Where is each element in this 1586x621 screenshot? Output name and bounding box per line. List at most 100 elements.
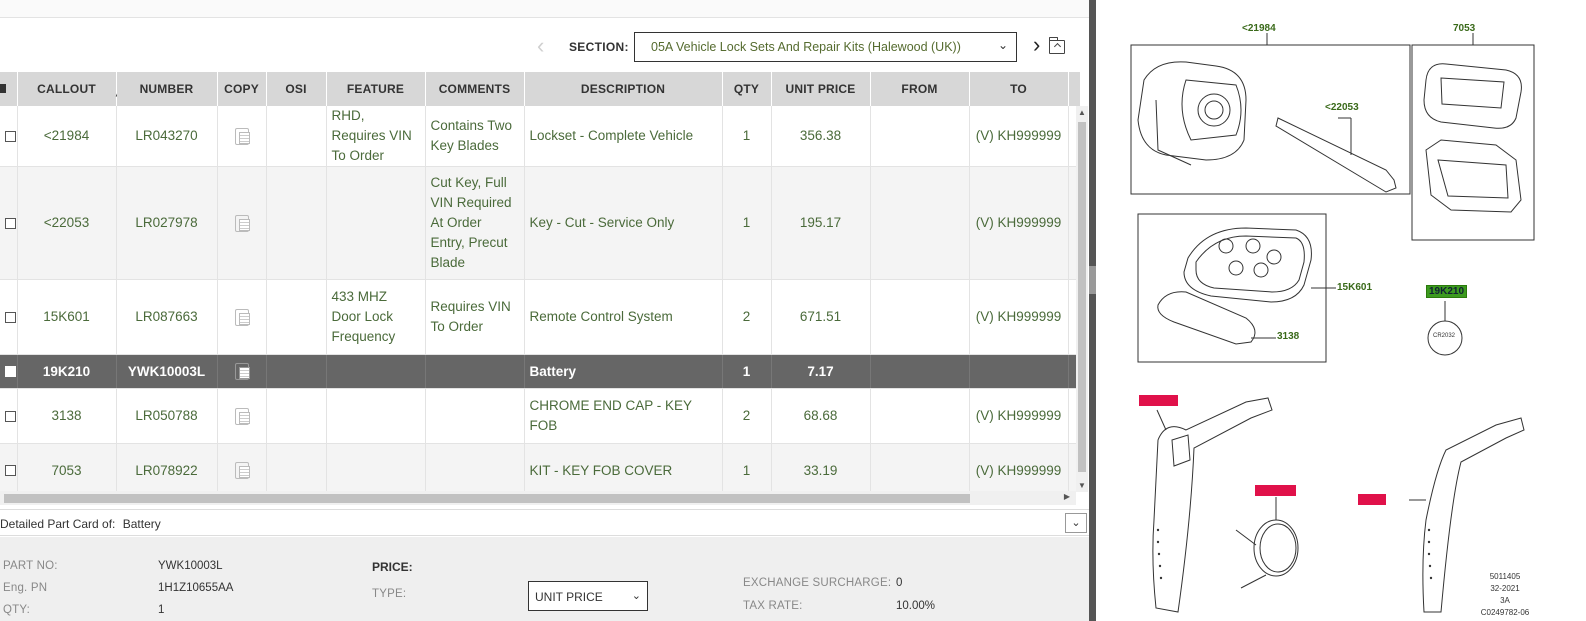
exchange-surcharge-value: 0 [896,577,903,589]
callout-3138[interactable]: 3138 [1277,331,1299,342]
header-copy[interactable]: COPY [217,72,267,106]
key-blade-drawing [1275,117,1397,193]
row-checkbox[interactable] [5,130,16,142]
table-row[interactable]: <22053 LR027978 Cut Key, Full VIN Requir… [0,166,1080,280]
cell-number: LR043270 [116,106,218,167]
qty-value: 1 [158,604,165,616]
cell-description: Lockset - Complete Vehicle [524,106,723,167]
eng-pn-label: Eng. PN [3,582,48,594]
copy-icon[interactable] [234,363,250,381]
cell-to: (V) KH999999 [969,388,1069,444]
cart-icon[interactable] [0,84,6,93]
section-select[interactable]: 05A Vehicle Lock Sets And Repair Kits (H… [634,32,1017,62]
cell-comments [425,443,525,492]
horizontal-scrollbar[interactable]: ▶ [0,491,1076,505]
vertical-scrollbar[interactable]: ▲ ▼ [1076,106,1088,492]
cable-drawing [1253,519,1299,577]
panel-splitter[interactable] [1089,0,1096,621]
header-feature[interactable]: FEATURE [326,72,426,106]
table-row[interactable]: 15K601 LR087663 433 MHZ Door Lock Freque… [0,279,1080,355]
chevron-down-icon: ⌄ [997,38,1008,52]
strap-drawing-left [1152,397,1273,613]
diagram-footer: 5011405 32-2021 3A C0249782-06 [1480,572,1530,617]
top-strip [0,0,1089,18]
lockset-box [1130,44,1411,195]
row-checkbox[interactable] [5,217,16,229]
section-selected-value: 05A Vehicle Lock Sets And Repair Kits (H… [651,40,961,54]
cell-osi [266,166,327,280]
cell-osi [266,443,327,492]
price-label: PRICE: [372,560,413,574]
header-description[interactable]: DESCRIPTION [524,72,723,106]
cell-description: Key - Cut - Service Only [524,166,723,280]
callout-red-1[interactable] [1139,395,1178,406]
cell-osi [266,279,327,355]
row-checkbox[interactable] [5,311,16,323]
cell-description: Battery [524,354,723,389]
header-number[interactable]: NUMBER [116,72,218,106]
scrollbar-thumb[interactable] [1078,122,1086,472]
row-checkbox[interactable] [5,465,16,477]
cell-osi [266,106,327,167]
type-label: TYPE: [372,588,407,600]
callout-19k210-highlighted[interactable]: 19K210 [1426,285,1468,298]
table-row[interactable]: <21984 LR043270 RHD, Requires VIN To Ord… [0,106,1080,167]
cell-feature [326,354,426,389]
header-comments[interactable]: COMMENTS [425,72,525,106]
copy-icon[interactable] [234,214,250,232]
splitter-grip[interactable] [1089,266,1096,294]
price-type-value: UNIT PRICE [535,590,603,604]
cell-callout: 19K210 [17,354,117,389]
header-osi[interactable]: OSI [266,72,327,106]
qty-label: QTY: [3,604,31,616]
callout-22053[interactable]: <22053 [1325,102,1359,113]
next-section-icon[interactable]: › [1033,34,1040,56]
scroll-up-icon[interactable]: ▲ [1078,108,1086,117]
cell-comments: Requires VIN To Order [425,279,525,355]
header-unit-price[interactable]: UNIT PRICE [771,72,871,106]
header-to[interactable]: TO [969,72,1069,106]
part-card-title-value: Battery [122,517,161,531]
header-select [0,72,18,106]
exploded-parts-diagram [1130,33,1535,613]
callout-7053[interactable]: 7053 [1453,23,1475,34]
cell-callout: 3138 [17,388,117,444]
cell-feature: 433 MHZ Door Lock Frequency [326,279,426,355]
cell-comments: Cut Key, Full VIN Required At Order Entr… [425,166,525,280]
cell-osi [266,354,327,389]
tax-rate-value: 10.00% [896,600,936,612]
cell-qty: 1 [722,443,772,492]
callout-red-3[interactable] [1358,494,1386,505]
prev-section-icon[interactable]: ‹ [537,35,544,57]
header-from[interactable]: FROM [870,72,970,106]
row-checkbox[interactable] [5,366,16,378]
copy-icon[interactable] [234,127,250,145]
parts-table: CALLOUT^ NUMBER COPY OSI FEATURE COMMENT… [0,72,1080,492]
scrollbar-thumb[interactable] [4,494,970,503]
price-type-select[interactable]: UNIT PRICE ⌄ [528,581,648,611]
cell-to: (V) KH999999 [969,443,1069,492]
cell-comments [425,354,525,389]
collapse-chevron-icon[interactable]: ⌄ [1065,513,1087,533]
table-row-selected[interactable]: 19K210 YWK10003L Battery 1 7.17 [0,354,1080,389]
header-callout[interactable]: CALLOUT^ [17,72,121,106]
folder-up-icon[interactable] [1048,37,1065,54]
cell-feature: RHD, Requires VIN To Order [326,106,426,167]
table-row[interactable]: 3138 LR050788 CHROME END CAP - KEY FOB 2… [0,388,1080,444]
callout-15k601[interactable]: 15K601 [1337,282,1372,293]
copy-icon[interactable] [234,308,250,326]
cell-from [870,354,970,389]
header-qty[interactable]: QTY [722,72,772,106]
copy-icon[interactable] [234,407,250,425]
row-checkbox[interactable] [5,410,16,422]
callout-21984[interactable]: <21984 [1242,23,1276,34]
parts-panel: ‹ SECTION: 05A Vehicle Lock Sets And Rep… [0,0,1089,621]
table-row[interactable]: 7053 LR078922 KIT - KEY FOB COVER 1 33.1… [0,443,1080,492]
scroll-right-icon[interactable]: ▶ [1064,492,1070,501]
scroll-down-icon[interactable]: ▼ [1078,481,1086,490]
cell-to: (V) KH999999 [969,166,1069,280]
callout-red-2[interactable] [1255,485,1296,496]
cell-callout: 7053 [17,443,117,492]
copy-icon[interactable] [234,462,250,480]
cell-description: CHROME END CAP - KEY FOB [524,388,723,444]
